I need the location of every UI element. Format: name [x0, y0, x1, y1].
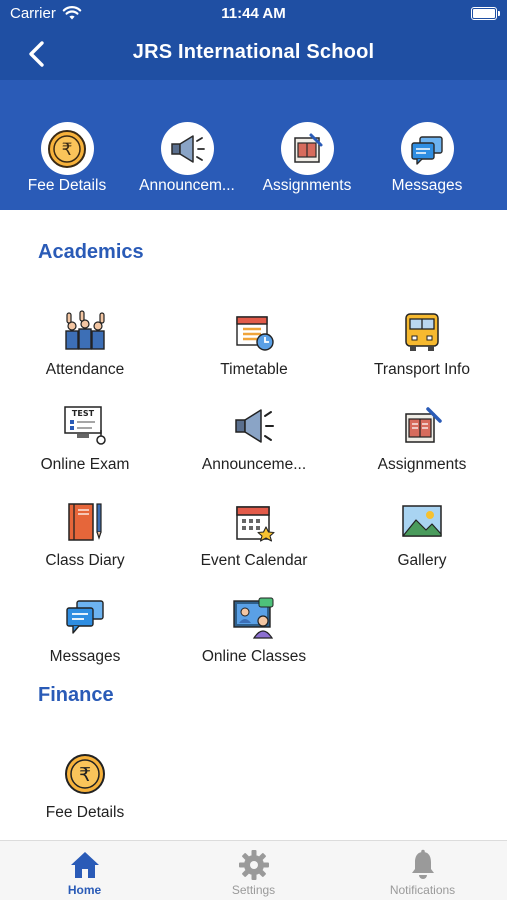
menu-item-online-exam[interactable]: TEST Online Exam: [1, 402, 169, 474]
tab-label: Notifications: [389, 883, 456, 897]
chat-bubbles-icon: [1, 594, 169, 642]
rupee-coin-icon: ₹: [1, 750, 169, 798]
battery-icon: [471, 7, 500, 20]
menu-item-label: Online Classes: [201, 648, 307, 665]
tab-home[interactable]: Home: [0, 841, 169, 900]
status-bar: Carrier 11:44 AM: [0, 0, 507, 28]
quick-announcements-button[interactable]: Announcem...: [127, 122, 247, 195]
assignment-icon: [338, 402, 506, 450]
page-title: JRS International School: [132, 41, 375, 63]
menu-item-transport-info[interactable]: Transport Info: [338, 307, 506, 379]
assignment-icon: [280, 122, 334, 175]
content-area: Academics Attendance Timetable Transport…: [0, 210, 507, 840]
menu-item-attendance[interactable]: Attendance: [1, 307, 169, 379]
menu-item-label: Online Exam: [40, 456, 130, 473]
menu-item-label: Assignments: [377, 456, 467, 473]
menu-item-label: Event Calendar: [200, 552, 308, 569]
megaphone-icon: [160, 122, 214, 175]
menu-item-assignments[interactable]: Assignments: [338, 402, 506, 474]
section-title-finance: Finance: [38, 684, 114, 706]
quick-messages-button[interactable]: Messages: [367, 122, 487, 195]
menu-item-online-classes[interactable]: Online Classes: [170, 594, 338, 666]
menu-item-label: Gallery: [397, 552, 447, 569]
quick-label: Messages: [391, 177, 463, 194]
menu-item-fee-details[interactable]: ₹ Fee Details: [1, 750, 169, 822]
landscape-picture-icon: [338, 498, 506, 546]
menu-item-label: Fee Details: [45, 804, 125, 821]
bell-icon: [338, 848, 507, 882]
tab-notifications[interactable]: Notifications: [338, 841, 507, 900]
home-icon: [0, 848, 169, 882]
menu-item-label: Attendance: [45, 361, 125, 378]
menu-item-label: Messages: [49, 648, 121, 665]
gear-icon: [169, 848, 338, 882]
school-bus-icon: [338, 307, 506, 355]
quick-access-bar: ₹ Fee Details Announcem... Assignments M…: [0, 80, 507, 210]
menu-item-event-calendar[interactable]: Event Calendar: [170, 498, 338, 570]
menu-item-label: Announceme...: [201, 456, 307, 473]
menu-item-announcements[interactable]: Announceme...: [170, 402, 338, 474]
section-title-academics: Academics: [38, 241, 144, 263]
svg-text:₹: ₹: [79, 764, 91, 786]
menu-item-label: Timetable: [220, 361, 288, 378]
rupee-coin-icon: ₹: [40, 122, 94, 175]
menu-item-timetable[interactable]: Timetable: [170, 307, 338, 379]
tab-label: Home: [67, 883, 102, 897]
svg-text:₹: ₹: [62, 140, 73, 160]
quick-label: Assignments: [262, 177, 352, 194]
menu-item-class-diary[interactable]: Class Diary: [1, 498, 169, 570]
quick-fee-details-button[interactable]: ₹ Fee Details: [7, 122, 127, 195]
quick-label: Fee Details: [27, 177, 107, 194]
menu-item-gallery[interactable]: Gallery: [338, 498, 506, 570]
menu-item-messages[interactable]: Messages: [1, 594, 169, 666]
video-class-icon: [170, 594, 338, 642]
megaphone-icon: [170, 402, 338, 450]
quick-assignments-button[interactable]: Assignments: [247, 122, 367, 195]
calendar-star-icon: [170, 498, 338, 546]
chat-bubbles-icon: [400, 122, 454, 175]
calendar-clock-icon: [170, 307, 338, 355]
menu-item-label: Transport Info: [374, 361, 470, 378]
tab-label: Settings: [231, 883, 276, 897]
computer-test-icon: TEST: [1, 402, 169, 450]
bottom-tab-bar: Home Settings Notifications: [0, 840, 507, 900]
notebook-pen-icon: [1, 498, 169, 546]
quick-label: Announcem...: [139, 177, 235, 194]
clock: 11:44 AM: [221, 5, 286, 22]
raised-hands-icon: [1, 307, 169, 355]
tab-settings[interactable]: Settings: [169, 841, 338, 900]
menu-item-label: Class Diary: [45, 552, 125, 569]
navigation-bar: JRS International School: [0, 28, 507, 80]
svg-text:TEST: TEST: [72, 409, 95, 418]
